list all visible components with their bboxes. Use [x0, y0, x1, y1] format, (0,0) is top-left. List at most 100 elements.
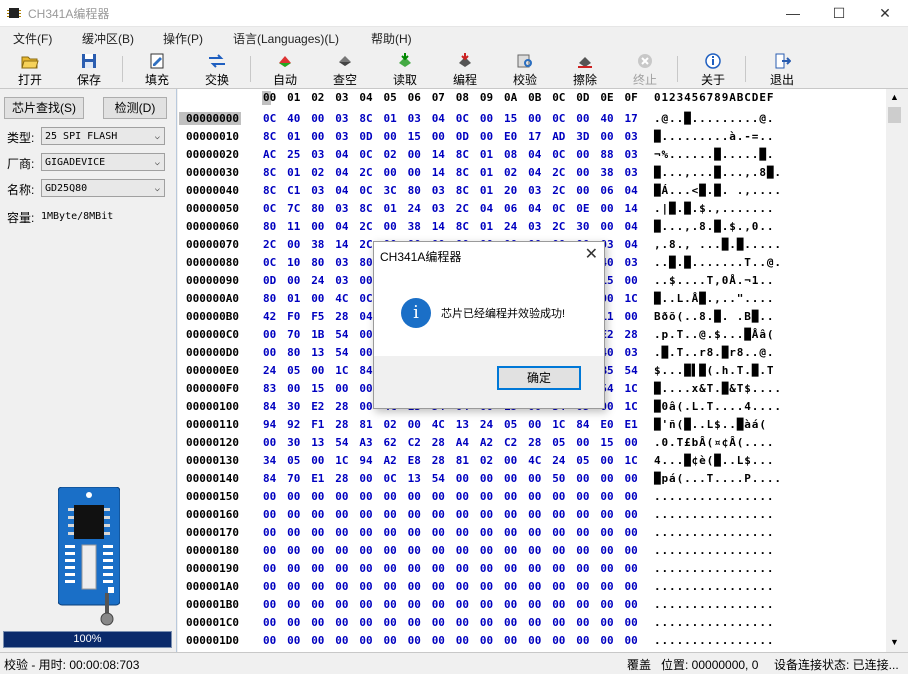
hex-byte[interactable]: 00: [263, 562, 276, 575]
hex-byte[interactable]: 00: [432, 598, 445, 611]
hex-byte[interactable]: 4C: [528, 454, 541, 467]
hex-byte[interactable]: 08: [504, 148, 517, 161]
hex-byte[interactable]: 00: [600, 508, 613, 521]
hex-byte[interactable]: 00: [311, 616, 324, 629]
hex-byte[interactable]: 24: [311, 274, 324, 287]
hex-byte[interactable]: 02: [384, 418, 397, 431]
hex-byte[interactable]: 00: [504, 616, 517, 629]
hex-byte[interactable]: 1C: [335, 364, 348, 377]
hex-byte[interactable]: 80: [311, 256, 324, 269]
scroll-up-icon[interactable]: ▲: [890, 92, 899, 102]
hex-byte[interactable]: A3: [359, 436, 372, 449]
hex-byte[interactable]: 83: [263, 382, 276, 395]
hex-byte[interactable]: 00: [625, 562, 638, 575]
hex-byte[interactable]: 17: [528, 130, 541, 143]
hex-byte[interactable]: 00: [287, 616, 300, 629]
hex-byte[interactable]: 00: [287, 544, 300, 557]
hex-byte[interactable]: 06: [600, 184, 613, 197]
hex-byte[interactable]: 0C: [552, 202, 565, 215]
menu-buffer[interactable]: 缓冲区(B): [82, 30, 134, 47]
hex-byte[interactable]: 00: [408, 562, 421, 575]
maximize-button[interactable]: ☐: [816, 0, 862, 26]
hex-byte[interactable]: 00: [625, 598, 638, 611]
hex-byte[interactable]: 00: [335, 634, 348, 647]
hex-byte[interactable]: 00: [384, 508, 397, 521]
hex-byte[interactable]: 1C: [625, 400, 638, 413]
hex-byte[interactable]: 00: [528, 616, 541, 629]
hex-byte[interactable]: 03: [528, 220, 541, 233]
hex-byte[interactable]: 00: [408, 544, 421, 557]
hex-byte[interactable]: 00: [552, 580, 565, 593]
hex-byte[interactable]: 00: [600, 526, 613, 539]
hex-byte[interactable]: 30: [287, 400, 300, 413]
hex-byte[interactable]: 03: [625, 346, 638, 359]
hex-byte[interactable]: 80: [287, 346, 300, 359]
hex-byte[interactable]: 00: [456, 526, 469, 539]
hex-byte[interactable]: 00: [625, 526, 638, 539]
hex-byte[interactable]: 28: [335, 310, 348, 323]
hex-byte[interactable]: 00: [384, 490, 397, 503]
hex-byte[interactable]: 00: [335, 508, 348, 521]
hex-byte[interactable]: 00: [600, 580, 613, 593]
hex-byte[interactable]: 1C: [625, 382, 638, 395]
hex-byte[interactable]: A2: [384, 454, 397, 467]
hex-byte[interactable]: 00: [576, 508, 589, 521]
type-select[interactable]: 25 SPI FLASH ⌵: [41, 127, 165, 145]
hex-byte[interactable]: 00: [456, 580, 469, 593]
hex-byte[interactable]: 54: [432, 472, 445, 485]
hex-byte[interactable]: 00: [384, 220, 397, 233]
hex-byte[interactable]: 8C: [263, 166, 276, 179]
hex-byte[interactable]: 00: [384, 526, 397, 539]
hex-byte[interactable]: 00: [600, 454, 613, 467]
hex-byte[interactable]: 00: [576, 598, 589, 611]
hex-byte[interactable]: AC: [263, 148, 276, 161]
hex-byte[interactable]: 28: [335, 400, 348, 413]
hex-byte[interactable]: 04: [335, 220, 348, 233]
hex-byte[interactable]: 62: [384, 436, 397, 449]
hex-byte[interactable]: 00: [311, 580, 324, 593]
hex-byte[interactable]: 2C: [456, 202, 469, 215]
hex-byte[interactable]: 88: [600, 148, 613, 161]
swap-button[interactable]: 交换: [191, 50, 243, 87]
hex-byte[interactable]: 00: [384, 130, 397, 143]
menu-help[interactable]: 帮助(H): [371, 30, 412, 47]
hex-byte[interactable]: 00: [528, 112, 541, 125]
hex-byte[interactable]: 54: [335, 328, 348, 341]
hex-byte[interactable]: 8C: [456, 166, 469, 179]
hex-byte[interactable]: 54: [335, 436, 348, 449]
hex-byte[interactable]: 00: [359, 382, 372, 395]
scroll-thumb[interactable]: [888, 107, 901, 123]
hex-byte[interactable]: 00: [287, 562, 300, 575]
hex-byte[interactable]: 00: [311, 544, 324, 557]
hex-byte[interactable]: 00: [311, 508, 324, 521]
hex-byte[interactable]: 03: [335, 130, 348, 143]
hex-byte[interactable]: 01: [480, 166, 493, 179]
hex-byte[interactable]: 28: [335, 472, 348, 485]
hex-byte[interactable]: 00: [287, 526, 300, 539]
hex-byte[interactable]: 00: [311, 454, 324, 467]
hex-byte[interactable]: 02: [504, 166, 517, 179]
hex-byte[interactable]: 02: [384, 148, 397, 161]
hex-byte[interactable]: 7C: [287, 202, 300, 215]
hex-byte[interactable]: 00: [528, 508, 541, 521]
hex-byte[interactable]: 84: [263, 472, 276, 485]
hex-byte[interactable]: 03: [311, 148, 324, 161]
hex-byte[interactable]: 00: [408, 166, 421, 179]
hex-byte[interactable]: 00: [311, 562, 324, 575]
hex-byte[interactable]: 00: [359, 508, 372, 521]
hex-byte[interactable]: 00: [600, 598, 613, 611]
hex-byte[interactable]: 00: [456, 472, 469, 485]
hex-byte[interactable]: F0: [287, 310, 300, 323]
erase-button[interactable]: 擦除: [559, 50, 611, 87]
hex-byte[interactable]: C2: [504, 436, 517, 449]
hex-byte[interactable]: 1C: [625, 292, 638, 305]
hex-byte[interactable]: 03: [432, 184, 445, 197]
hex-byte[interactable]: 01: [384, 112, 397, 125]
hex-byte[interactable]: 00: [335, 562, 348, 575]
hex-byte[interactable]: 00: [504, 580, 517, 593]
hex-byte[interactable]: 03: [408, 112, 421, 125]
hex-byte[interactable]: 05: [552, 436, 565, 449]
hex-byte[interactable]: 00: [552, 634, 565, 647]
hex-byte[interactable]: 00: [263, 346, 276, 359]
hex-byte[interactable]: 03: [335, 256, 348, 269]
